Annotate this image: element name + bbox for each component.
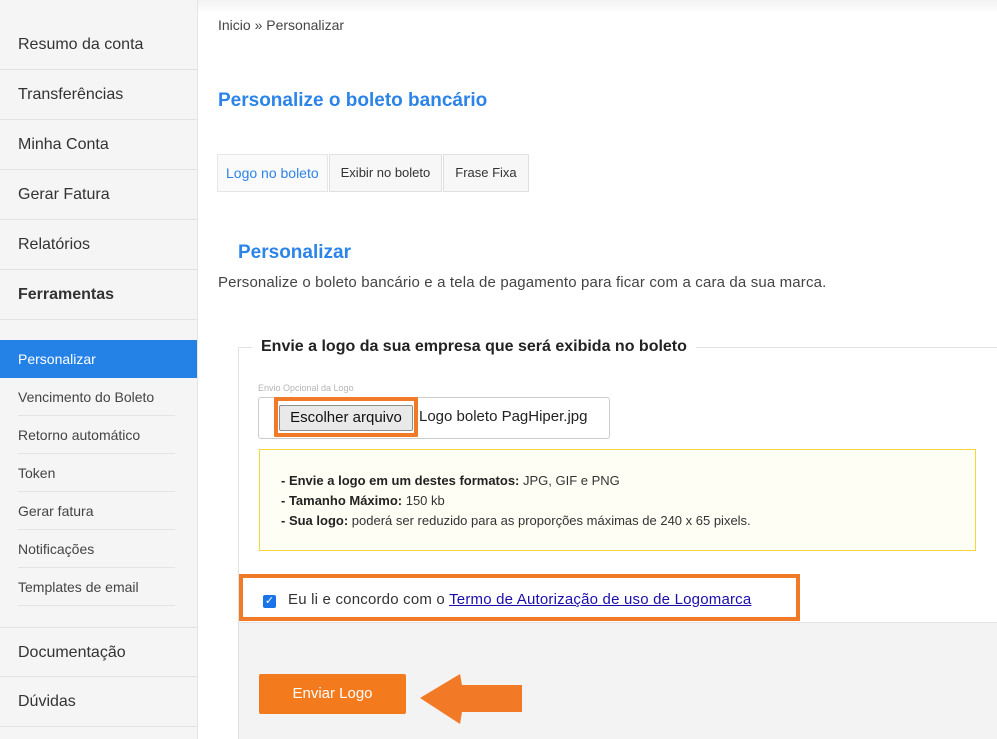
sidebar-item-resumo-da-conta[interactable]: Resumo da conta xyxy=(0,20,197,70)
notice-label-formats: - Envie a logo em um destes formatos: xyxy=(281,473,520,488)
tab-frase-fixa[interactable]: Frase Fixa xyxy=(443,154,529,192)
notice-label-max-size: - Tamanho Máximo: xyxy=(281,493,403,508)
left-arrow-icon xyxy=(420,674,522,724)
sidebar-item-duvidas[interactable]: Dúvidas xyxy=(0,677,197,727)
format-notice: - Envie a logo em um destes formatos: JP… xyxy=(259,449,976,551)
sidebar-subitem-token[interactable]: Token xyxy=(0,454,197,492)
notice-value-max-size: 150 kb xyxy=(402,493,445,508)
sidebar-subitem-personalizar[interactable]: Personalizar xyxy=(0,340,197,378)
tab-logo-no-boleto[interactable]: Logo no boleto xyxy=(217,154,328,192)
agreement-checkbox[interactable]: ✓ xyxy=(263,595,276,608)
sidebar-subitem-label: Token xyxy=(18,465,56,481)
tab-bar: Logo no boleto Exibir no boleto Frase Fi… xyxy=(217,154,530,192)
sidebar-subitem-label: Notificações xyxy=(18,541,95,557)
agreement-terms-link[interactable]: Termo de Autorização de uso de Logomarca xyxy=(449,591,751,608)
notice-value-logo: poderá ser reduzido para as proporções m… xyxy=(348,513,751,528)
top-shadow xyxy=(198,0,997,14)
sidebar-subitem-gerar-fatura[interactable]: Gerar fatura xyxy=(0,492,197,530)
section-title: Personalizar xyxy=(238,242,351,263)
sidebar-subitem-vencimento-do-boleto[interactable]: Vencimento do Boleto xyxy=(0,378,197,416)
notice-label-logo: - Sua logo: xyxy=(281,513,349,528)
upload-legend: Envie a logo da sua empresa que será exi… xyxy=(252,336,696,358)
section-description: Personalize o boleto bancário e a tela d… xyxy=(218,274,827,291)
sidebar-item-minha-conta[interactable]: Minha Conta xyxy=(0,120,197,170)
sidebar-subitem-label: Vencimento do Boleto xyxy=(18,389,155,405)
file-button-highlight xyxy=(274,397,418,437)
sidebar-subitem-templates-de-email[interactable]: Templates de email xyxy=(0,568,197,606)
notice-value-formats: JPG, GIF e PNG xyxy=(519,473,620,488)
sidebar-item-gerar-fatura[interactable]: Gerar Fatura xyxy=(0,170,197,220)
page-title: Personalize o boleto bancário xyxy=(218,90,488,111)
file-caption: Envio Opcional da Logo xyxy=(258,383,354,393)
agreement-highlight: ✓ Eu li e concordo com o Termo de Autori… xyxy=(239,574,800,621)
sidebar-item-documentacao[interactable]: Documentação xyxy=(0,627,197,677)
sidebar-item-ferramentas[interactable]: Ferramentas xyxy=(0,270,197,320)
sidebar-subitem-retorno-automatico[interactable]: Retorno automático xyxy=(0,416,197,454)
sidebar-item-relatorios[interactable]: Relatórios xyxy=(0,220,197,270)
sidebar-subitem-label: Gerar fatura xyxy=(18,503,94,519)
agreement-label: Eu li e concordo com o Termo de Autoriza… xyxy=(288,591,751,608)
selected-file-name: Logo boleto PagHiper.jpg xyxy=(419,408,588,425)
send-logo-button[interactable]: Enviar Logo xyxy=(259,674,406,714)
sidebar-subitem-label: Retorno automático xyxy=(18,427,141,443)
sidebar-subitem-label: Personalizar xyxy=(18,351,96,367)
sidebar: Resumo da conta Transferências Minha Con… xyxy=(0,0,198,739)
breadcrumb: Inicio » Personalizar xyxy=(218,17,345,33)
sidebar-subitem-notificacoes[interactable]: Notificações xyxy=(0,530,197,568)
agreement-text: Eu li e concordo com o xyxy=(288,591,450,608)
sidebar-item-transferencias[interactable]: Transferências xyxy=(0,70,197,120)
sidebar-subitem-label: Templates de email xyxy=(18,579,139,595)
tab-exibir-no-boleto[interactable]: Exibir no boleto xyxy=(328,154,443,192)
